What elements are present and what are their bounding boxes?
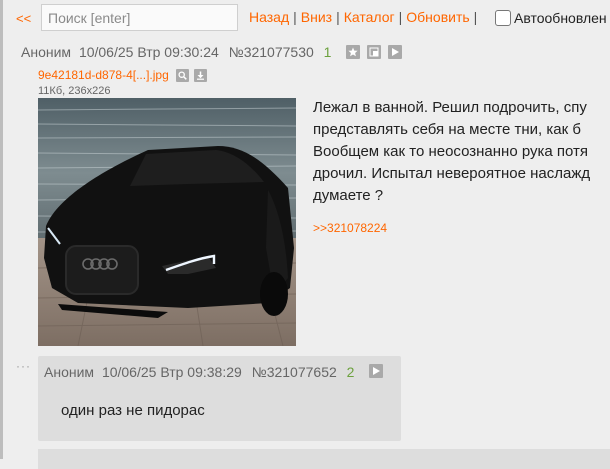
nav-back-link[interactable]: Назад — [249, 9, 289, 25]
post-text-line: Лежал в ванной. Решил подрочить, спу — [313, 99, 587, 116]
image-search-icon[interactable] — [176, 69, 189, 82]
post-menu-play-icon[interactable] — [388, 45, 402, 59]
attachment-meta: 11Кб, 236x226 — [38, 85, 111, 97]
download-icon[interactable] — [194, 69, 207, 82]
post-text-line: представлять себя на месте тни, как б — [313, 121, 581, 138]
op-post-body: Лежал в ванной. Решил подрочить, спу пре… — [313, 97, 610, 207]
nav-down-link[interactable]: Вниз — [301, 9, 332, 25]
post-number-link[interactable]: №321077530 — [229, 44, 314, 60]
nav-links: Назад | Вниз | Каталог | Обновить | — [249, 9, 481, 25]
separator: | — [293, 9, 297, 25]
post-date: 10/06/25 Втр 09:38:29 — [101, 364, 242, 380]
reply-count[interactable]: 2 — [347, 364, 355, 380]
next-reply-post-partial — [38, 449, 610, 469]
autoupdate-label: Автообновлен — [514, 10, 607, 26]
post-text-line: думаете ? — [313, 187, 384, 204]
separator: | — [473, 9, 478, 25]
post-text-line: Вообщем как то неосознанно рука потя — [313, 143, 589, 160]
reply-post: Аноним 10/06/25 Втр 09:38:29 №321077652 … — [38, 356, 401, 441]
attachment-filename-link[interactable]: 9e42181d-d878-4[...].jpg — [38, 68, 169, 82]
reply-indent-dots: ··· — [16, 359, 31, 373]
op-post-header: Аноним 10/06/25 Втр 09:30:24 №321077530 … — [21, 44, 331, 60]
nav-refresh-link[interactable]: Обновить — [406, 9, 469, 25]
reply-backlink[interactable]: >>321078224 — [313, 221, 387, 235]
separator: | — [398, 9, 403, 25]
top-navigation: << Назад|Вниз|Каталог|Обновить| Автообно… — [0, 0, 610, 36]
post-menu-play-icon[interactable] — [369, 364, 383, 378]
post-author: Аноним — [44, 364, 95, 380]
star-icon[interactable] — [346, 45, 360, 59]
post-number-link[interactable]: №321077652 — [252, 364, 337, 380]
post-date: 10/06/25 Втр 09:30:24 — [78, 44, 219, 60]
back-arrows-link[interactable]: << — [16, 11, 31, 26]
reply-post-header: Аноним 10/06/25 Втр 09:38:29 №321077652 … — [44, 364, 354, 380]
autoupdate-checkbox[interactable] — [495, 10, 511, 26]
post-text-line: дрочил. Испытал невероятное наслажд — [313, 165, 591, 182]
nav-catalog-link[interactable]: Каталог — [344, 9, 395, 25]
reply-post-body: один раз не пидорас — [61, 402, 205, 419]
reply-count[interactable]: 1 — [324, 44, 332, 60]
hide-post-icon[interactable] — [367, 45, 381, 59]
separator: | — [336, 9, 340, 25]
left-scroll-edge — [0, 0, 3, 459]
post-author: Аноним — [21, 44, 72, 60]
attachment-thumbnail-car[interactable] — [38, 98, 296, 346]
search-input[interactable] — [41, 4, 238, 31]
